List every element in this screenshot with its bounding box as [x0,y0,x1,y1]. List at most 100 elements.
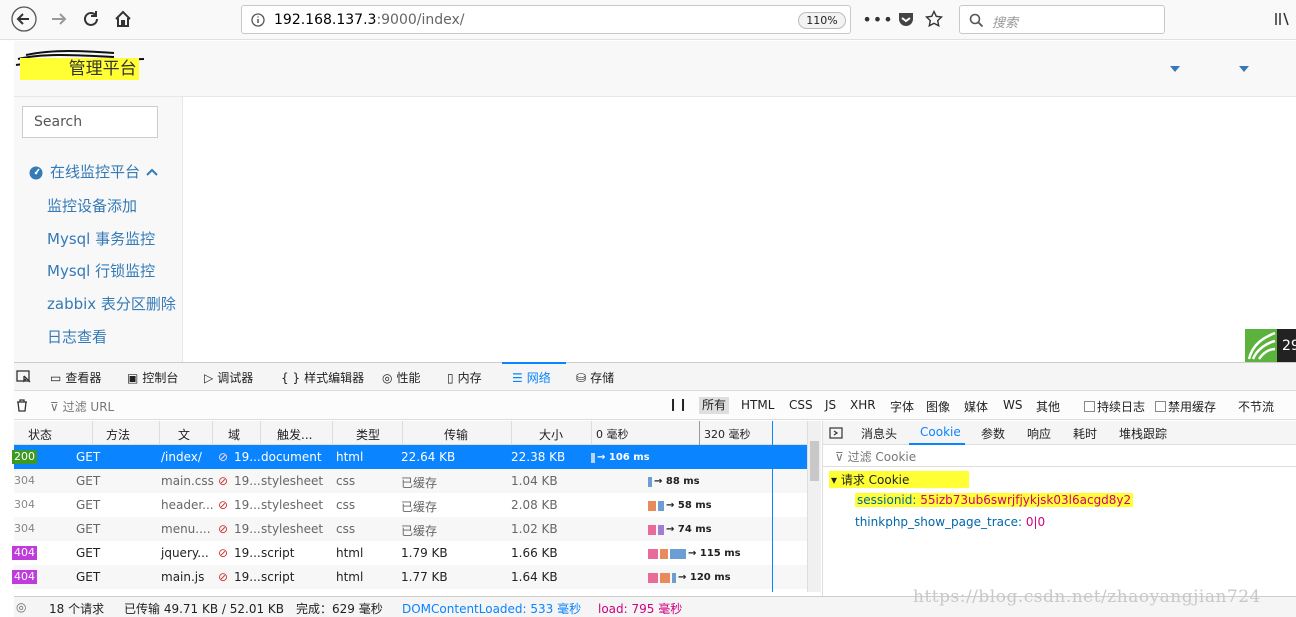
search-bar[interactable]: 搜索 [959,5,1165,34]
filter-xhr[interactable]: XHR [850,398,876,412]
table-row[interactable]: 404 GET main.js ⊘ 19... script html 1.77… [12,565,807,589]
col-timeline-320: 320 毫秒 [704,428,751,441]
sidebar-search-input[interactable]: Search [22,106,158,138]
col-status[interactable]: 状态 [28,426,52,443]
row-transferred: 已缓存 [401,500,438,514]
zoom-indicator[interactable]: 110% [798,12,846,29]
filter-media[interactable]: 媒体 [964,398,988,415]
page-actions-button[interactable]: ••• [862,6,892,32]
floating-badge[interactable]: 29 [1245,329,1296,362]
status-badge: 304 [14,522,35,535]
col-type[interactable]: 类型 [356,426,380,443]
tab-style-editor[interactable]: { } 样式编辑器 [281,369,364,386]
row-method: GET [76,522,101,536]
library-icon [1275,12,1289,26]
status-badge: 304 [14,474,35,487]
tab-memory[interactable]: ▯ 内存 [447,369,482,386]
pocket-button[interactable] [892,6,920,32]
tab-cookies[interactable]: Cookie [920,425,961,439]
row-transferred: 1.79 KB [401,546,448,560]
trash-icon[interactable] [15,398,29,412]
table-row[interactable]: 304 GET header... ⊘ 19... stylesheet css… [14,493,807,517]
home-button[interactable] [109,6,137,32]
filter-html[interactable]: HTML [741,398,774,412]
tab-console[interactable]: ▣ 控制台 [127,369,178,386]
table-row[interactable]: 304 GET main.css ⊘ 19... stylesheet css … [14,469,807,493]
menu-item-log-view[interactable]: 日志查看 [47,326,107,347]
brand-title[interactable]: XXXX管理平台 [20,58,139,80]
tab-timings[interactable]: 耗时 [1073,425,1097,442]
bookmark-star-button[interactable] [920,6,948,32]
row-domain: 19... [234,570,261,584]
col-transferred[interactable]: 传输 [444,426,468,443]
pause-icon[interactable]: ❙❙ [668,397,688,411]
active-tab-indicator [502,362,566,364]
tab-response[interactable]: 响应 [1027,425,1051,442]
request-list-scrollbar[interactable] [807,421,821,592]
cookie-entry[interactable]: sessionid: 55izb73ub6swrjfjykjsk03l6acgd… [855,493,1134,507]
table-row[interactable]: 404 GET jquery... ⊘ 19... script html 1.… [12,541,807,565]
col-cause[interactable]: 触发... [277,426,312,443]
menu-item-mysql-lock[interactable]: Mysql 行锁监控 [47,260,155,281]
row-cause: script [261,570,295,584]
perf-analysis-icon[interactable]: ◎ [16,600,26,614]
filter-font[interactable]: 字体 [890,398,914,415]
row-method: GET [76,450,101,464]
col-size[interactable]: 大小 [539,426,563,443]
row-transferred: 22.64 KB [401,450,456,464]
filter-js[interactable]: JS [825,398,836,412]
tab-stack-trace[interactable]: 堆栈跟踪 [1119,425,1167,442]
tab-debugger[interactable]: ▷ 调试器 [204,369,253,386]
triangle-down-icon: ▾ [831,473,841,487]
dashboard-icon [29,166,43,179]
cookie-filter-input[interactable]: ⊽ 过滤 Cookie [823,445,1296,467]
row-type: css [336,474,356,488]
storage-icon: ⛁ [576,370,587,385]
filter-all[interactable]: 所有 [699,397,730,414]
element-picker-icon[interactable] [16,369,32,385]
menu-group-monitor[interactable]: 在线监控平台 [28,161,158,182]
tab-performance[interactable]: ◎ 性能 [382,369,421,386]
reload-button[interactable] [77,6,105,32]
browser-toolbar: 192.168.137.3:9000/index/ 110% ••• 搜索 [0,0,1296,40]
persist-log-checkbox[interactable]: 持续日志 [1084,398,1145,415]
menu-item-device-add[interactable]: 监控设备添加 [47,195,137,216]
filter-ws[interactable]: WS [1003,398,1022,412]
row-timing: → 88 ms [648,476,700,487]
performance-icon: ◎ [382,370,393,385]
tab-inspector[interactable]: ▭ 查看器 [50,369,101,386]
memory-icon: ▯ [447,370,454,385]
row-type: html [336,570,364,584]
forward-button[interactable] [45,6,73,32]
disable-cache-checkbox[interactable]: 禁用缓存 [1155,398,1216,415]
url-bar[interactable]: 192.168.137.3:9000/index/ 110% [241,5,851,34]
nav-dropdown-caret-2[interactable] [1239,66,1249,72]
menu-item-mysql-trx[interactable]: Mysql 事务监控 [47,228,155,249]
filter-url-input[interactable]: ⊽ 过滤 URL [50,398,114,415]
tab-network[interactable]: ☰ 网络 [512,369,551,386]
tab-params[interactable]: 参数 [981,425,1005,442]
chevron-up-icon [146,168,158,176]
filter-css[interactable]: CSS [789,398,813,412]
filter-image[interactable]: 图像 [926,398,950,415]
reload-icon [84,11,98,26]
row-size: 2.08 KB [511,498,558,512]
library-button[interactable] [1268,6,1296,32]
row-transferred: 1.77 KB [401,570,448,584]
throttle-select[interactable]: 不节流 [1238,398,1274,415]
row-file: header... [161,498,214,512]
back-button[interactable] [10,6,38,32]
insecure-icon: ⊘ [218,570,229,584]
cookie-entry[interactable]: thinkphp_show_page_trace: 0|0 [855,515,1045,529]
request-cookies-title[interactable]: ▾ 请求 Cookie [829,471,970,488]
nav-dropdown-caret-1[interactable] [1170,66,1180,72]
menu-item-zabbix-partition[interactable]: zabbix 表分区删除 [47,293,176,314]
col-method[interactable]: 方法 [106,426,130,443]
tab-headers[interactable]: 消息头 [861,425,897,442]
toggle-panel-icon[interactable] [829,426,843,440]
filter-other[interactable]: 其他 [1036,398,1060,415]
table-row[interactable]: 200 GET /index/ ⊘ 19... document html 22… [12,445,807,469]
col-timeline-start[interactable]: 0 毫秒 [596,426,629,442]
tab-storage[interactable]: ⛁ 存储 [576,369,614,386]
table-row[interactable]: 304 GET menu.... ⊘ 19... stylesheet css … [14,517,807,541]
